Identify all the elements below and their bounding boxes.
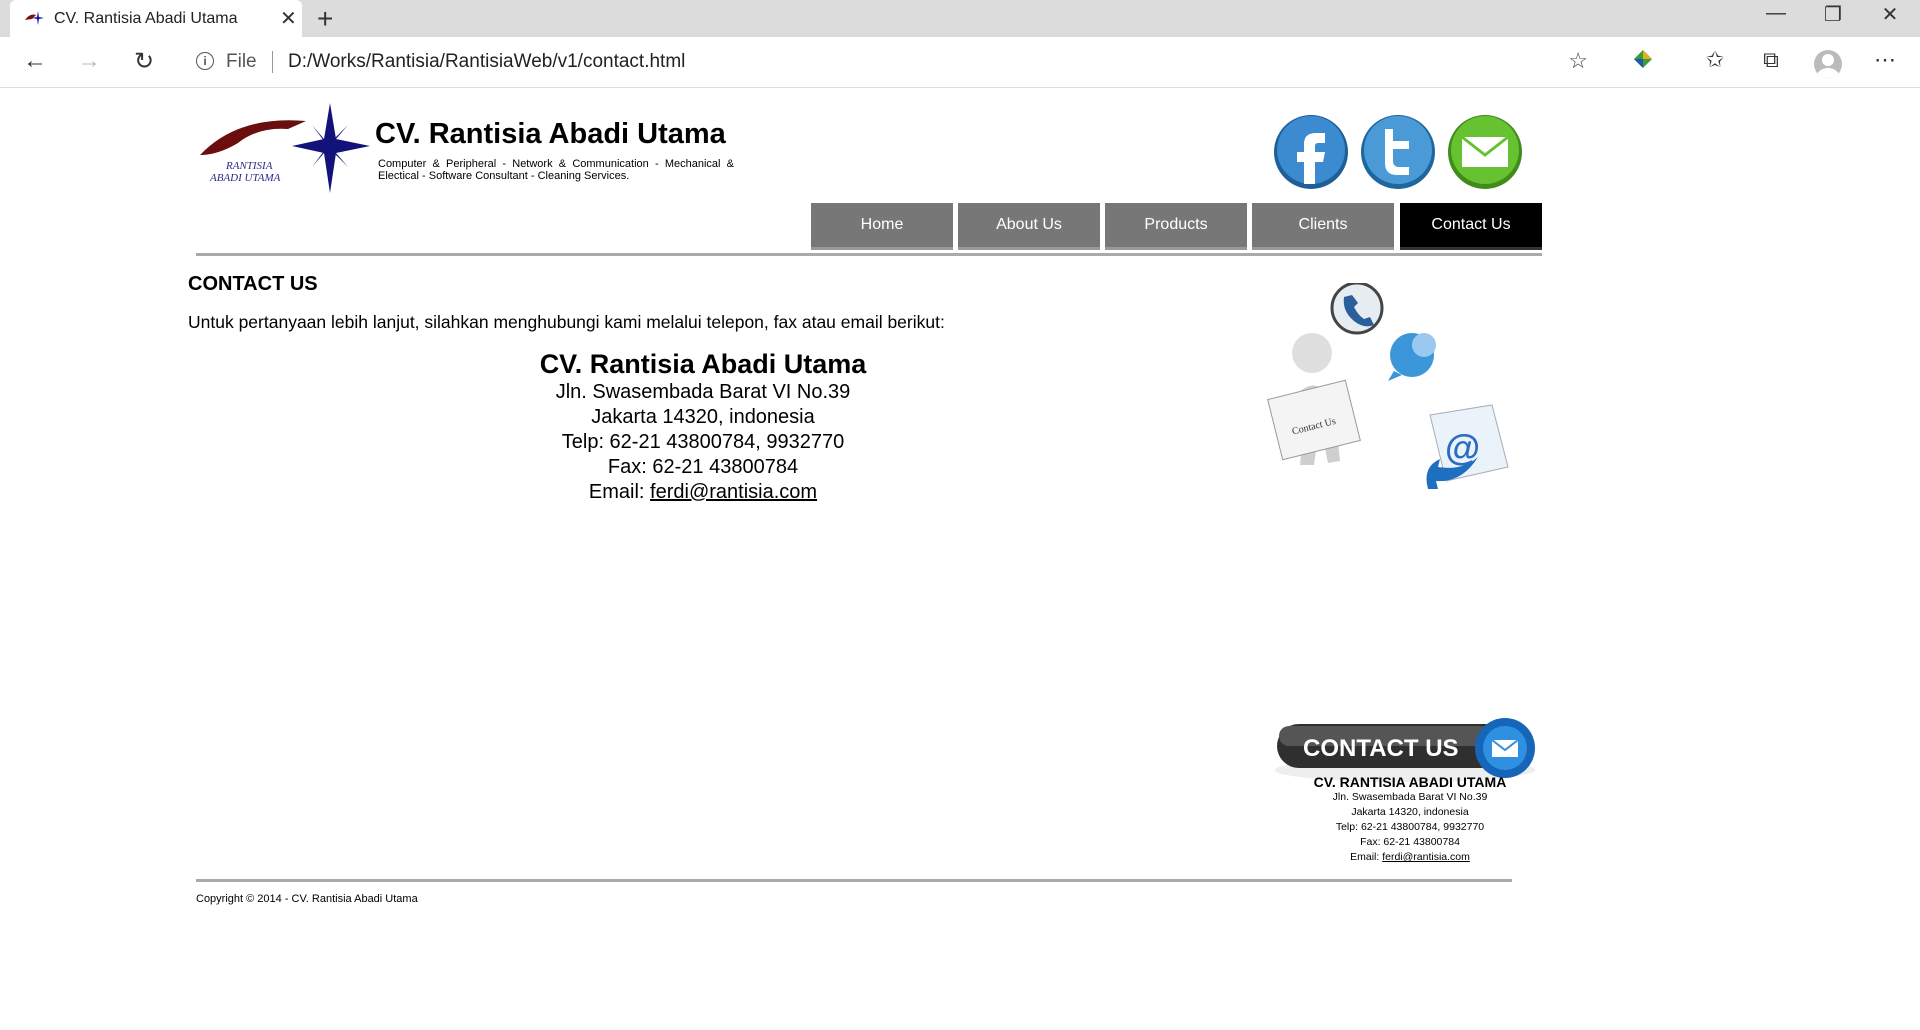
footer-email-label: Email: [1350,851,1383,863]
profile-avatar-icon[interactable] [1814,50,1842,78]
site-favicon-icon [25,11,44,25]
intro-text: Untuk pertanyaan lebih lanjut, silahkan … [188,312,945,332]
browser-toolbar: ← → ↻ i File D:/Works/Rantisia/RantisiaW… [0,37,1920,88]
page-heading: CONTACT US [188,273,318,295]
site-tagline: Computer & Peripheral - Network & Commun… [378,158,734,182]
phone-text: Telp: 62-21 43800784, 9932770 [561,431,845,453]
menu-item-clients[interactable]: Clients [1252,203,1394,250]
info-icon[interactable]: i [196,52,214,70]
menu-item-products[interactable]: Products [1105,203,1247,250]
contact-address-block: CV. Rantisia Abadi Utama Jln. Swasembada… [500,348,906,505]
header-divider [196,253,1542,256]
twitter-icon[interactable] [1359,113,1437,191]
contact-us-illustration: Contact Us @ [1267,283,1509,489]
company-logo: RANTISIA ABADI UTAMA [200,103,370,193]
back-icon[interactable]: ← [18,47,52,75]
forward-icon[interactable]: → [72,47,106,75]
contact-us-badge-label: CONTACT US [1303,735,1459,762]
collections-icon[interactable]: ⧉ [1754,47,1788,73]
copyright-text: Copyright © 2014 - CV. Rantisia Abadi Ut… [196,893,418,905]
address-bar[interactable]: i File D:/Works/Rantisia/RantisiaWeb/v1/… [180,43,1600,81]
extension-icon[interactable] [1626,47,1660,76]
footer-company-name: CV. RANTISIA ABADI UTAMA [1313,774,1507,790]
fax-text: Fax: 62-21 43800784 [607,456,799,478]
tab-title: CV. Rantisia Abadi Utama [54,10,238,27]
email-line: Email: ferdi@rantisia.com [500,480,906,505]
footer-address-block: CV. RANTISIA ABADI UTAMA Jln. Swasembada… [1260,774,1560,865]
window-close-icon[interactable]: ✕ [1868,2,1912,27]
footer-address-street: Jln. Swasembada Barat VI No.39 [1332,791,1488,803]
site-title: CV. Rantisia Abadi Utama [375,118,726,150]
favorite-star-icon[interactable]: ☆ [1568,48,1588,74]
logo-text-rantisia: RANTISIA [225,160,273,172]
url-text[interactable]: D:/Works/Rantisia/RantisiaWeb/v1/contact… [288,51,685,73]
favorites-icon[interactable]: ✩ [1698,47,1732,73]
address-city: Jakarta 14320, indonesia [591,406,815,428]
web-page: RANTISIA ABADI UTAMA CV. Rantisia Abadi … [0,88,1920,1030]
company-name: CV. Rantisia Abadi Utama [539,349,867,379]
address-scheme-label: File [226,51,257,72]
logo-text-abadi-utama: ABADI UTAMA [209,172,281,184]
email-link[interactable]: ferdi@rantisia.com [650,481,817,503]
tab-close-icon[interactable]: ✕ [280,6,297,31]
footer-phone-text: Telp: 62-21 43800784, 9932770 [1335,821,1485,833]
svg-text:@: @ [1445,427,1480,468]
footer-address-city: Jakarta 14320, indonesia [1351,806,1469,818]
restore-icon[interactable]: ❐ [1811,2,1855,27]
address-separator [272,51,273,73]
browser-tab[interactable]: CV. Rantisia Abadi Utama ✕ [10,0,302,37]
address-street: Jln. Swasembada Barat VI No.39 [555,381,851,403]
minimize-icon[interactable]: — [1754,2,1798,25]
email-label: Email: [588,481,651,503]
refresh-icon[interactable]: ↻ [127,47,161,76]
footer-email-line: Email: ferdi@rantisia.com [1260,850,1560,865]
menu-item-about-us[interactable]: About Us [958,203,1100,250]
menu-item-contact-us[interactable]: Contact Us [1400,203,1542,250]
footer-divider [196,879,1512,882]
footer-email-link[interactable]: ferdi@rantisia.com [1382,851,1470,863]
facebook-icon[interactable] [1272,113,1350,191]
more-menu-icon[interactable]: ⋯ [1868,47,1902,73]
browser-tab-bar: CV. Rantisia Abadi Utama ✕ + — ❐ ✕ [0,0,1920,37]
new-tab-icon[interactable]: + [317,3,333,35]
email-icon[interactable] [1446,113,1524,191]
menu-item-home[interactable]: Home [811,203,953,250]
footer-fax-text: Fax: 62-21 43800784 [1360,836,1460,848]
